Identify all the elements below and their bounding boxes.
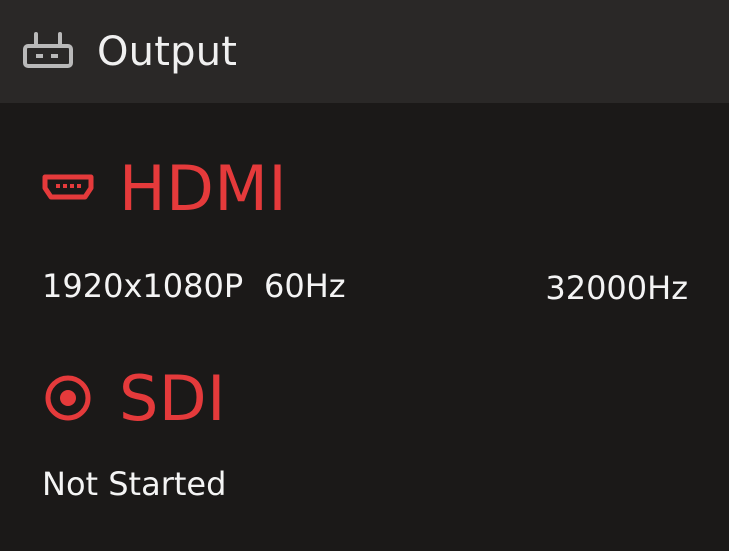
page-title: Output [97,29,238,75]
sdi-title: SDI [119,362,226,435]
hdmi-audio-sample-rate: 32000Hz [545,269,688,307]
hdmi-title: HDMI [119,152,288,225]
router-icon [23,32,73,68]
hdmi-frame-rate: 60Hz [264,267,346,305]
radio-target-icon [45,375,91,421]
hdmi-resolution: 1920x1080P [42,267,244,305]
sdi-status: Not Started [42,465,227,503]
hdmi-port-icon [42,174,94,200]
output-header: Output [0,0,729,103]
